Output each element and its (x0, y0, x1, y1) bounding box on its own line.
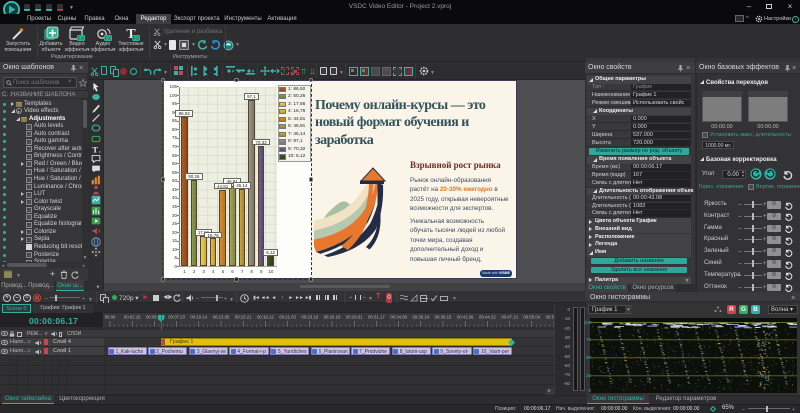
svg-text:00:31.17: 00:31.17 (368, 315, 385, 320)
svg-text:00:26.10: 00:26.10 (324, 315, 341, 320)
svg-text:00:07.23: 00:07.23 (168, 315, 185, 320)
svg-text:00:15.21: 00:15.21 (235, 315, 252, 320)
svg-text:00:29.01: 00:29.01 (346, 315, 363, 320)
svg-text:00:02.16: 00:02.16 (124, 315, 141, 320)
svg-text:00:23.19: 00:23.19 (301, 315, 318, 320)
svg-text:00:42.06: 00:42.06 (457, 315, 474, 320)
svg-text:00:44.22: 00:44.22 (479, 315, 496, 320)
svg-text:00:47.13: 00:47.13 (501, 315, 518, 320)
svg-text:00:50.04: 00:50.04 (523, 315, 540, 320)
svg-text:00:34.08: 00:34.08 (390, 315, 407, 320)
svg-text:00:36.24: 00:36.24 (412, 315, 429, 320)
svg-text:00:39.15: 00:39.15 (435, 315, 452, 320)
svg-text:00.00: 00.00 (105, 315, 116, 320)
svg-text:00:18.12: 00:18.12 (257, 315, 274, 320)
svg-text:00:21.03: 00:21.03 (279, 315, 296, 320)
svg-text:00:10.14: 00:10.14 (190, 315, 207, 320)
svg-text:00:13.05: 00:13.05 (213, 315, 230, 320)
svg-text:00:52.20: 00:52.20 (546, 315, 554, 320)
